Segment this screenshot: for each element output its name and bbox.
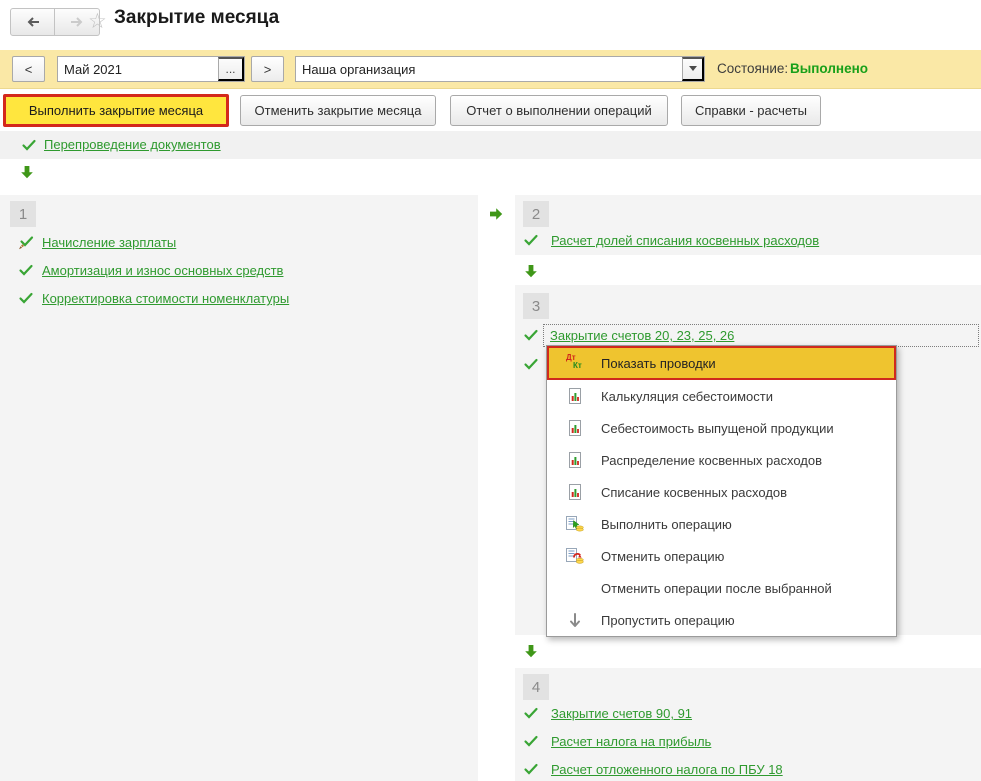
- menu-item-label: Показать проводки: [601, 356, 716, 371]
- menu-item-cost-calculation[interactable]: Калькуляция себестоимости: [547, 380, 896, 412]
- operation-link-depreciation[interactable]: Амортизация и износ основных средств: [42, 263, 283, 278]
- operation-link-deferred-tax-pbu18[interactable]: Расчет отложенного налога по ПБУ 18: [551, 762, 783, 777]
- menu-item-cancel-following-operations[interactable]: Отменить операции после выбранной: [547, 572, 896, 604]
- section-1-number: 1: [10, 201, 36, 227]
- cancel-closing-button[interactable]: Отменить закрытие месяца: [240, 95, 436, 126]
- references-calculations-button[interactable]: Справки - расчеты: [681, 95, 821, 126]
- menu-item-label: Выполнить операцию: [601, 517, 732, 532]
- status-label: Состояние:: [717, 56, 788, 82]
- month-closing-window: ☆ Закрытие месяца < ... > Состояние: Вып…: [0, 0, 981, 781]
- operation-context-menu: ДтКт Показать проводки Калькуляция себес…: [546, 345, 897, 637]
- menu-item-label: Калькуляция себестоимости: [601, 389, 773, 404]
- report-icon: [565, 387, 585, 405]
- operation-link-cost-adjustment[interactable]: Корректировка стоимости номенклатуры: [42, 291, 289, 306]
- section-2-number: 2: [523, 201, 549, 227]
- check-icon: [523, 705, 539, 721]
- section-4-panel: 4 Закрытие счетов 90, 91 Расчет налога н…: [515, 668, 981, 781]
- reposting-row: Перепроведение документов: [0, 131, 981, 159]
- period-field: ...: [57, 56, 245, 82]
- operations-report-button[interactable]: Отчет о выполнении операций: [450, 95, 668, 126]
- menu-item-skip-operation[interactable]: Пропустить операцию: [547, 604, 896, 636]
- history-nav: [10, 8, 100, 36]
- operation-link-income-tax[interactable]: Расчет налога на прибыль: [551, 734, 711, 749]
- selected-operation-row[interactable]: Закрытие счетов 20, 23, 25, 26: [543, 324, 979, 347]
- report-icon: [565, 419, 585, 437]
- organization-input[interactable]: [296, 57, 682, 81]
- period-picker-button[interactable]: ...: [218, 57, 244, 81]
- arrow-right-icon: [69, 14, 85, 30]
- perform-closing-button[interactable]: Выполнить закрытие месяца: [3, 94, 229, 127]
- back-button[interactable]: [10, 8, 55, 36]
- dt-kt-icon: ДтКт: [565, 354, 585, 372]
- organization-field: [295, 56, 705, 82]
- organization-dropdown-button[interactable]: [682, 57, 704, 81]
- menu-item-execute-operation[interactable]: Выполнить операцию: [547, 508, 896, 540]
- section-1-panel: 1 Начисление зарплаты Амортизация и изно…: [0, 195, 478, 781]
- status-value: Выполнено: [790, 56, 868, 82]
- previous-period-button[interactable]: <: [12, 56, 45, 82]
- menu-item-label: Списание косвенных расходов: [601, 485, 787, 500]
- next-period-button[interactable]: >: [251, 56, 284, 82]
- section-4-number: 4: [523, 674, 549, 700]
- report-icon: [565, 483, 585, 501]
- flow-down-arrow-icon: [524, 644, 538, 658]
- cancel-operation-icon: [565, 547, 585, 565]
- arrow-left-icon: [25, 14, 41, 30]
- menu-item-show-postings[interactable]: ДтКт Показать проводки: [547, 346, 896, 380]
- page-title: Закрытие месяца: [114, 7, 279, 29]
- menu-item-cancel-operation[interactable]: Отменить операцию: [547, 540, 896, 572]
- check-icon: [21, 137, 37, 153]
- menu-item-label: Себестоимость выпущеной продукции: [601, 421, 834, 436]
- check-icon: [18, 262, 34, 278]
- execute-operation-icon: [565, 515, 585, 533]
- check-edited-icon: [18, 234, 34, 250]
- operation-link-salary[interactable]: Начисление зарплаты: [42, 235, 176, 250]
- menu-item-label: Отменить операцию: [601, 549, 724, 564]
- report-icon: [565, 451, 585, 469]
- check-icon: [523, 232, 539, 248]
- flow-down-arrow-icon: [524, 264, 538, 278]
- section-2-panel: 2 Расчет долей списания косвенных расход…: [515, 195, 981, 255]
- check-icon: [523, 327, 539, 343]
- operation-link-close-accounts-90-91[interactable]: Закрытие счетов 90, 91: [551, 706, 692, 721]
- empty-icon: [565, 579, 585, 597]
- chevron-down-icon: [689, 66, 697, 72]
- menu-item-indirect-writeoff[interactable]: Списание косвенных расходов: [547, 476, 896, 508]
- check-icon: [523, 733, 539, 749]
- check-icon: [523, 761, 539, 777]
- period-input[interactable]: [58, 57, 218, 81]
- operation-link-close-accounts-20-26[interactable]: Закрытие счетов 20, 23, 25, 26: [550, 328, 734, 343]
- menu-item-label: Распределение косвенных расходов: [601, 453, 822, 468]
- menu-item-label: Отменить операции после выбранной: [601, 581, 832, 596]
- flow-right-arrow-icon: [489, 207, 503, 221]
- menu-item-output-cost[interactable]: Себестоимость выпущеной продукции: [547, 412, 896, 444]
- flow-down-arrow-icon: [20, 165, 34, 179]
- skip-operation-icon: [565, 611, 585, 629]
- section-3-number: 3: [523, 293, 549, 319]
- menu-item-indirect-distribution[interactable]: Распределение косвенных расходов: [547, 444, 896, 476]
- check-icon: [523, 356, 539, 372]
- favorite-star-icon[interactable]: ☆: [88, 9, 107, 35]
- check-icon: [18, 290, 34, 306]
- menu-item-label: Пропустить операцию: [601, 613, 735, 628]
- reposting-documents-link[interactable]: Перепроведение документов: [44, 137, 221, 152]
- operation-link-indirect-shares[interactable]: Расчет долей списания косвенных расходов: [551, 233, 819, 248]
